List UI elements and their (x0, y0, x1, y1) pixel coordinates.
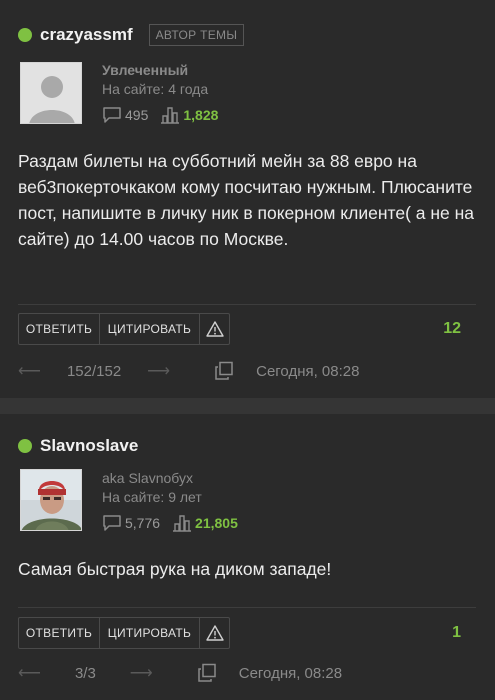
arrow-right-icon[interactable]: ⟶ (130, 663, 153, 683)
post-position: 152/152 (66, 362, 122, 380)
forum-post: Slavnoslave aka Slavnобух На сайте: 9 ле… (0, 414, 495, 700)
arrow-left-icon[interactable]: ⟵ (18, 663, 41, 683)
divider (18, 304, 476, 305)
forum-post: crazyassmf АВТОР ТЕМЫ Увлеченный На сайт… (0, 0, 495, 398)
username-link[interactable]: crazyassmf (40, 25, 133, 45)
user-rank: Увлеченный (102, 62, 189, 78)
posts-count: 5,776 (125, 515, 161, 531)
post-body: Самая быстрая рука на диком западе! (18, 559, 332, 579)
post-header: crazyassmf АВТОР ТЕМЫ (18, 24, 245, 46)
avatar[interactable] (20, 469, 82, 531)
author-badge: АВТОР ТЕМЫ (148, 24, 245, 46)
rating-stat[interactable]: 21,805 (172, 514, 238, 532)
comment-icon (103, 107, 121, 123)
post-navigation: ⟵ 152/152 ⟶ Сегодня, 08:28 (18, 361, 359, 381)
rating-count: 21,805 (195, 515, 238, 531)
user-meta: Увлеченный На сайте: 4 года 495 1,828 (102, 62, 218, 124)
report-button[interactable] (199, 314, 229, 344)
avatar[interactable] (20, 62, 82, 124)
user-stats: 5,776 21,805 (102, 514, 238, 532)
member-since: На сайте: 4 года (102, 81, 209, 97)
user-stats: 495 1,828 (102, 106, 218, 124)
comment-icon (103, 515, 121, 531)
user-meta: aka Slavnобух На сайте: 9 лет 5,776 21,8… (102, 470, 238, 532)
posts-stat[interactable]: 495 (102, 106, 148, 124)
posts-stat[interactable]: 5,776 (102, 514, 160, 532)
user-rank: aka Slavnобух (102, 470, 193, 486)
post-actions: ОТВЕТИТЬ ЦИТИРОВАТЬ (18, 617, 230, 649)
post-date: Сегодня, 08:28 (238, 664, 343, 682)
rating-stat[interactable]: 1,828 (160, 106, 218, 124)
reply-button[interactable]: ОТВЕТИТЬ (19, 618, 99, 648)
quote-button[interactable]: ЦИТИРОВАТЬ (99, 314, 199, 344)
posts-count: 495 (125, 107, 149, 123)
post-header: Slavnoslave (18, 436, 138, 456)
divider (18, 607, 476, 608)
default-avatar-icon (21, 63, 81, 123)
online-status-icon (18, 439, 32, 453)
post-position: 3/3 (74, 664, 96, 682)
quote-button[interactable]: ЦИТИРОВАТЬ (99, 618, 199, 648)
warning-icon (205, 321, 224, 337)
likes-count[interactable]: 1 (452, 624, 461, 642)
online-status-icon (18, 28, 32, 42)
rating-icon (161, 107, 180, 124)
post-separator (0, 398, 495, 414)
user-photo (21, 470, 81, 530)
arrow-right-icon[interactable]: ⟶ (147, 361, 170, 381)
arrow-left-icon[interactable]: ⟵ (18, 361, 41, 381)
rating-icon (173, 515, 192, 532)
reply-button[interactable]: ОТВЕТИТЬ (19, 314, 99, 344)
likes-count[interactable]: 12 (443, 320, 461, 338)
post-date: Сегодня, 08:28 (256, 362, 360, 380)
copy-link-icon[interactable] (214, 361, 234, 381)
rating-count: 1,828 (183, 107, 219, 123)
username-link[interactable]: Slavnoslave (40, 436, 138, 456)
post-body: Раздам билеты на субботний мейн за 88 ев… (18, 151, 475, 249)
member-since: На сайте: 9 лет (102, 489, 202, 505)
post-actions: ОТВЕТИТЬ ЦИТИРОВАТЬ (18, 313, 230, 345)
copy-link-icon[interactable] (197, 663, 217, 683)
post-navigation: ⟵ 3/3 ⟶ Сегодня, 08:28 (18, 663, 342, 683)
report-button[interactable] (199, 618, 229, 648)
warning-icon (205, 625, 224, 641)
